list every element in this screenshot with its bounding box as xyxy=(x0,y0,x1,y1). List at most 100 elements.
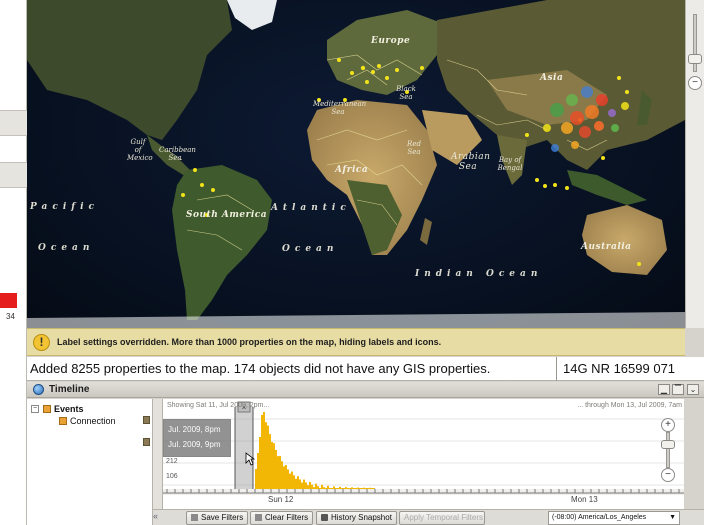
label-black-sea: Black Sea xyxy=(396,85,416,101)
histogram-bar xyxy=(311,484,313,489)
histogram-bar xyxy=(279,455,281,489)
histogram-bar xyxy=(321,484,323,489)
timeline-header: Timeline ▁ ▔ ⌄ xyxy=(27,382,704,398)
label-south-america: South America xyxy=(186,210,268,220)
histogram-bar xyxy=(367,488,369,489)
tree-item-events[interactable]: Events xyxy=(43,404,84,414)
timeline-zoom-control: + − xyxy=(660,418,678,484)
hover-tooltip: Jul. 2009, 8pm Jul. 2009, 9pm xyxy=(163,419,231,457)
histogram-bar xyxy=(281,461,283,489)
histogram-bar xyxy=(343,488,345,489)
tree-expand-toggle[interactable]: − xyxy=(31,405,39,413)
save-filters-button[interactable]: Save Filters xyxy=(186,511,249,525)
save-filters-label: Save Filters xyxy=(201,513,244,522)
timeline-histogram[interactable]: × Showing Sat 11, Jul 2009, 2pm... ... t… xyxy=(163,399,684,509)
histogram-bar xyxy=(327,485,329,489)
tree-label-events: Events xyxy=(54,404,84,414)
histogram-bar xyxy=(353,488,355,489)
warning-text: Label settings overridden. More than 100… xyxy=(57,337,442,347)
alert-badge xyxy=(0,293,17,308)
filter-icon xyxy=(255,514,262,521)
histogram-bar xyxy=(347,488,349,489)
events-icon xyxy=(43,405,51,413)
histogram-bar xyxy=(365,488,367,489)
minimize-panel-button[interactable]: ▁ xyxy=(658,384,670,395)
tree-label-connection: Connection xyxy=(70,416,116,426)
histogram-bar xyxy=(371,488,373,489)
side-panel-row[interactable] xyxy=(0,110,27,136)
histogram-bar xyxy=(319,488,321,489)
histogram-bar xyxy=(317,486,319,489)
histogram-bar xyxy=(267,425,269,489)
camera-icon xyxy=(321,514,328,521)
histogram-bar xyxy=(273,443,275,489)
histogram-bar xyxy=(269,434,271,489)
history-snapshot-button[interactable]: History Snapshot xyxy=(316,511,397,525)
label-gulf-of-mexico: Gulf of Mexico xyxy=(127,138,153,162)
timeline-axis: Sun 12 Mon 13 xyxy=(163,495,684,507)
mouse-cursor xyxy=(245,452,255,466)
history-snapshot-label: History Snapshot xyxy=(331,513,392,522)
timeline-zoom-out-button[interactable]: − xyxy=(661,468,675,482)
timeline-zoom-in-button[interactable]: + xyxy=(661,418,675,432)
tree-item-connection[interactable]: Connection xyxy=(59,416,116,426)
tooltip-line-1: Jul. 2009, 8pm xyxy=(168,425,221,434)
histogram-bar xyxy=(363,487,365,489)
label-indian-ocean: Indian Ocean xyxy=(415,269,543,279)
status-message: Added 8255 properties to the map. 174 ob… xyxy=(30,361,491,376)
scroll-left-arrows[interactable]: « xyxy=(153,511,181,525)
timeline-title: Timeline xyxy=(49,384,90,395)
map-zoom-slider[interactable] xyxy=(688,54,702,64)
label-caribbean-sea: Caribbean Sea xyxy=(159,146,196,162)
histogram-bar xyxy=(309,481,311,489)
label-arabian-sea: Arabian Sea xyxy=(451,152,491,172)
histogram-bar xyxy=(277,456,279,489)
timeline-zoom-track[interactable] xyxy=(666,432,670,468)
badge-count: 34 xyxy=(6,312,15,321)
histogram-bar xyxy=(291,471,293,489)
globe-icon xyxy=(33,384,44,395)
histogram-bar xyxy=(313,487,315,489)
histogram-bar xyxy=(339,486,341,489)
warning-banner: ! Label settings overridden. More than 1… xyxy=(27,328,685,356)
histogram-bar xyxy=(255,469,257,489)
timeline-toolbar: « Save Filters Clear Filters History Sna… xyxy=(153,509,704,525)
histogram-bar xyxy=(303,479,305,489)
histogram-bar xyxy=(285,465,287,489)
expand-panel-button[interactable]: ▔ xyxy=(672,384,684,395)
map-graphic xyxy=(27,0,685,328)
label-bay-of-bengal: Bay of Bengal xyxy=(497,156,523,172)
timeline-vertical-scrollbar[interactable] xyxy=(153,399,163,513)
apply-temporal-label: Apply Temporal Filters xyxy=(404,513,483,522)
histogram-bar xyxy=(301,482,303,489)
label-mediterranean-sea: Mediterranean Sea xyxy=(313,100,367,116)
timezone-value: (-08:00) America/Los_Angeles xyxy=(552,514,647,521)
world-map[interactable]: Europe Asia Africa South America Austral… xyxy=(27,0,685,328)
histogram-bar xyxy=(359,488,361,489)
histogram-bar xyxy=(349,488,351,489)
histogram-bar xyxy=(341,488,343,489)
left-side-panel: 34 xyxy=(0,0,27,525)
status-bar: Added 8255 properties to the map. 174 ob… xyxy=(27,357,704,381)
clear-filters-button[interactable]: Clear Filters xyxy=(250,511,314,525)
histogram-bar xyxy=(333,486,335,489)
histogram-bar xyxy=(357,487,359,489)
label-atlantic: Atlantic xyxy=(271,203,351,213)
histogram-bar xyxy=(299,479,301,489)
zoom-out-button[interactable]: − xyxy=(688,76,702,90)
label-africa: Africa xyxy=(335,165,369,175)
connection-color-swatch[interactable] xyxy=(143,416,150,424)
histogram-bar xyxy=(315,483,317,489)
side-panel-row[interactable] xyxy=(0,162,27,188)
histogram-bar xyxy=(331,488,333,489)
timezone-select[interactable]: (-08:00) America/Los_Angeles ▼ xyxy=(548,511,680,525)
timeline-zoom-slider[interactable] xyxy=(661,440,675,449)
color-swatch[interactable] xyxy=(143,438,150,446)
histogram-bar xyxy=(335,488,337,489)
map-zoom-bar: − xyxy=(685,0,704,328)
collapse-panel-button[interactable]: ⌄ xyxy=(687,384,699,395)
y-tick-106: 106 xyxy=(166,473,178,480)
warning-icon: ! xyxy=(33,334,50,351)
apply-temporal-filters-button[interactable]: Apply Temporal Filters xyxy=(399,511,485,525)
histogram-bar xyxy=(271,441,273,489)
